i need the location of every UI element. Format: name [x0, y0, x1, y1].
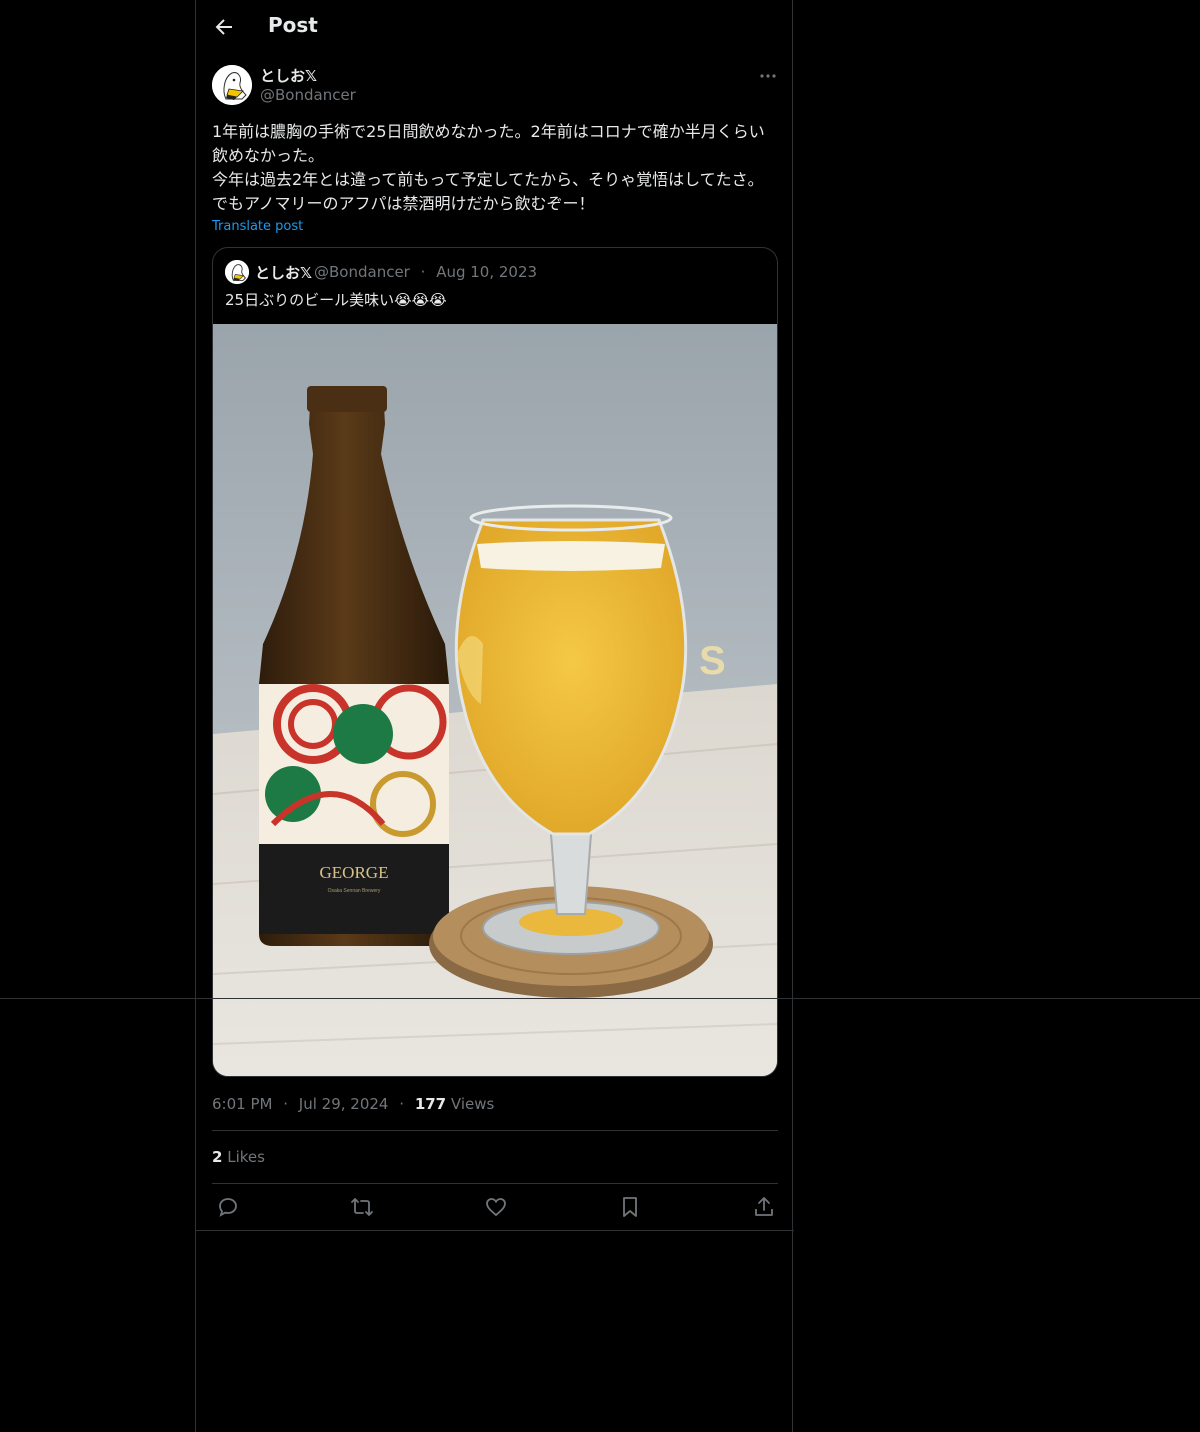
author-handle[interactable]: @Bondancer [260, 86, 356, 104]
quote-handle: @Bondancer [314, 263, 410, 281]
views-count: 177 [414, 1095, 447, 1113]
post-time[interactable]: 6:01 PM [212, 1095, 272, 1113]
views-label: Views [450, 1095, 495, 1113]
reply-icon[interactable] [216, 1195, 240, 1219]
back-arrow-icon[interactable] [212, 15, 236, 39]
likes-count: 2 [212, 1148, 223, 1166]
quote-text: 25日ぶりのビール美味い😭😭😭 [225, 291, 447, 309]
share-icon[interactable] [752, 1195, 776, 1219]
like-icon[interactable] [484, 1195, 508, 1219]
page-title: Post [268, 13, 318, 37]
duck-avatar-icon [225, 260, 249, 284]
divider [196, 1230, 794, 1231]
meta-separator: · [399, 1095, 405, 1113]
repost-icon[interactable] [350, 1195, 374, 1219]
quote-avatar [225, 260, 249, 284]
author-display-name[interactable]: としお𝕏 [260, 65, 317, 86]
more-options-icon[interactable] [756, 64, 780, 88]
bookmark-icon[interactable] [618, 1195, 642, 1219]
quote-photo[interactable]: GEORGE Osaka Sennan Brewery S [213, 324, 777, 1076]
translate-post-link[interactable]: Translate post [212, 219, 303, 234]
post-column: Post としお𝕏 @Bondancer 1年前は膿胸の手術で25日間飲めなかっ… [195, 0, 794, 1432]
quoted-post[interactable]: としお𝕏 @Bondancer · Aug 10, 2023 25日ぶりのビール… [212, 247, 778, 1077]
meta-separator: · [283, 1095, 289, 1113]
post-date[interactable]: Jul 29, 2024 [299, 1095, 389, 1113]
quote-meta: @Bondancer · Aug 10, 2023 [314, 263, 537, 281]
avatar[interactable] [212, 65, 252, 105]
bottle-sub-text: Osaka Sennan Brewery [328, 888, 381, 894]
likes-row[interactable]: 2 Likes [212, 1148, 265, 1166]
svg-text:S: S [699, 639, 726, 683]
post-meta: 6:01 PM · Jul 29, 2024 · 177 Views [212, 1095, 494, 1113]
likes-label: Likes [227, 1148, 265, 1166]
quote-display-name: としお𝕏 [255, 264, 313, 282]
divider [212, 1130, 778, 1131]
duck-avatar-icon [212, 65, 252, 105]
overlay-guide-line [0, 998, 1200, 999]
bottle-label-text: GEORGE [320, 863, 389, 882]
header: Post [196, 0, 794, 54]
quote-date: Aug 10, 2023 [436, 263, 538, 281]
quote-separator: · [420, 263, 426, 281]
divider [212, 1183, 778, 1184]
post-text: 1年前は膿胸の手術で25日間飲めなかった。2年前はコロナで確か半月くらい飲めなか… [212, 122, 765, 213]
